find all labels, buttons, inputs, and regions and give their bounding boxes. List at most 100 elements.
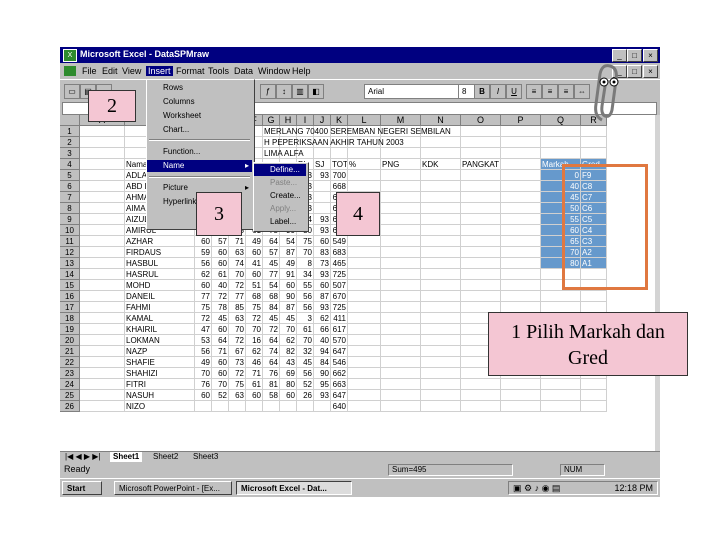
score-cell[interactable]: 68 — [246, 291, 263, 302]
grid-cell[interactable] — [348, 236, 381, 247]
score-cell[interactable]: 70 — [297, 247, 314, 258]
menu-item-columns[interactable]: Columns — [147, 96, 252, 108]
row-header[interactable]: 1 — [60, 126, 80, 137]
score-cell[interactable]: 54 — [280, 236, 297, 247]
bold-button[interactable]: B — [474, 84, 490, 99]
score-cell[interactable]: 77 — [229, 291, 246, 302]
score-cell[interactable]: 71 — [246, 368, 263, 379]
grid-cell[interactable] — [348, 390, 381, 401]
grid-cell[interactable] — [461, 258, 501, 269]
row-header[interactable]: 22 — [60, 357, 80, 368]
score-cell[interactable]: 72 — [195, 313, 212, 324]
new-icon[interactable]: ▭ — [64, 84, 80, 99]
column-header[interactable]: K — [331, 115, 348, 126]
name-cell[interactable]: NAZP — [125, 346, 195, 357]
score-cell[interactable]: 77 — [263, 269, 280, 280]
doc-restore-button[interactable]: □ — [627, 65, 642, 78]
grid-cell[interactable] — [381, 313, 421, 324]
score-cell[interactable]: 647 — [331, 390, 348, 401]
grid-cell[interactable] — [501, 236, 541, 247]
score-cell[interactable]: 507 — [331, 280, 348, 291]
score-cell[interactable] — [212, 401, 229, 412]
grid-cell[interactable] — [421, 324, 461, 335]
menu-item-rows[interactable]: Rows — [147, 82, 252, 94]
score-cell[interactable] — [246, 401, 263, 412]
grid-cell[interactable] — [80, 368, 125, 379]
name-cell[interactable]: HASRUL — [125, 269, 195, 280]
row-header[interactable]: 14 — [60, 269, 80, 280]
score-cell[interactable]: 93 — [314, 302, 331, 313]
score-cell[interactable]: 45 — [280, 313, 297, 324]
grid-cell[interactable] — [421, 335, 461, 346]
menu-insert[interactable]: Insert — [146, 66, 173, 76]
gred-cell[interactable] — [581, 291, 607, 302]
score-cell[interactable]: 53 — [195, 335, 212, 346]
grid-cell[interactable] — [501, 390, 541, 401]
score-cell[interactable]: 8 — [297, 258, 314, 269]
score-cell[interactable]: 70 — [195, 368, 212, 379]
grid-cell[interactable] — [381, 192, 421, 203]
grid-cell[interactable] — [381, 324, 421, 335]
grid-cell[interactable] — [381, 181, 421, 192]
score-cell[interactable]: 82 — [280, 346, 297, 357]
column-header[interactable]: G — [263, 115, 280, 126]
row-header[interactable]: 19 — [60, 324, 80, 335]
score-cell[interactable]: 74 — [229, 258, 246, 269]
grid-cell[interactable] — [348, 379, 381, 390]
score-cell[interactable]: 64 — [263, 236, 280, 247]
row-header[interactable]: 18 — [60, 313, 80, 324]
row-header[interactable]: 21 — [60, 346, 80, 357]
score-cell[interactable] — [195, 401, 212, 412]
grid-cell[interactable] — [501, 280, 541, 291]
menu-help[interactable]: Help — [292, 66, 311, 76]
score-cell[interactable]: 84 — [263, 302, 280, 313]
score-cell[interactable]: 60 — [212, 324, 229, 335]
doc-close-button[interactable]: × — [643, 65, 658, 78]
grid-cell[interactable] — [381, 368, 421, 379]
score-cell[interactable]: 45 — [263, 313, 280, 324]
grid-cell[interactable] — [348, 247, 381, 258]
grid-cell[interactable] — [501, 379, 541, 390]
score-cell[interactable]: 61 — [212, 269, 229, 280]
menu-tools[interactable]: Tools — [208, 66, 229, 76]
grid-cell[interactable] — [381, 258, 421, 269]
row-header[interactable]: 5 — [60, 170, 80, 181]
vertical-scrollbar[interactable] — [655, 115, 660, 451]
score-cell[interactable]: 41 — [246, 258, 263, 269]
score-cell[interactable]: 93 — [314, 214, 331, 225]
grid-cell[interactable] — [501, 192, 541, 203]
score-cell[interactable]: 72 — [212, 291, 229, 302]
submenu-item-apply[interactable]: Apply... — [254, 203, 306, 215]
markah-cell[interactable] — [541, 401, 581, 412]
grid-cell[interactable] — [381, 390, 421, 401]
grid-cell[interactable] — [80, 335, 125, 346]
name-cell[interactable]: FAHMI — [125, 302, 195, 313]
grid-cell[interactable] — [421, 192, 461, 203]
row-header[interactable]: 2 — [60, 137, 80, 148]
score-cell[interactable]: 570 — [331, 335, 348, 346]
grid-cell[interactable] — [80, 247, 125, 258]
score-cell[interactable] — [314, 401, 331, 412]
grid-cell[interactable] — [421, 280, 461, 291]
score-cell[interactable]: 52 — [297, 379, 314, 390]
grid-cell[interactable] — [461, 225, 501, 236]
score-cell[interactable]: 90 — [280, 291, 297, 302]
score-cell[interactable]: 70 — [229, 324, 246, 335]
row-header[interactable]: 10 — [60, 225, 80, 236]
grid-cell[interactable] — [421, 247, 461, 258]
tray-icons[interactable]: ▣ ⚙ ♪ ◉ ▤ — [513, 483, 560, 494]
close-button[interactable]: × — [643, 49, 658, 62]
score-cell[interactable]: 63 — [229, 390, 246, 401]
row-header[interactable]: 12 — [60, 247, 80, 258]
submenu-item-create[interactable]: Create... — [254, 190, 306, 202]
grid-cell[interactable] — [421, 203, 461, 214]
score-cell[interactable]: 662 — [331, 368, 348, 379]
score-cell[interactable] — [314, 192, 331, 203]
score-cell[interactable]: 49 — [246, 236, 263, 247]
score-cell[interactable]: 60 — [212, 368, 229, 379]
grid-cell[interactable] — [461, 170, 501, 181]
score-cell[interactable]: 61 — [297, 324, 314, 335]
grid-cell[interactable] — [421, 258, 461, 269]
row-header[interactable]: 26 — [60, 401, 80, 412]
score-cell[interactable]: 683 — [331, 247, 348, 258]
